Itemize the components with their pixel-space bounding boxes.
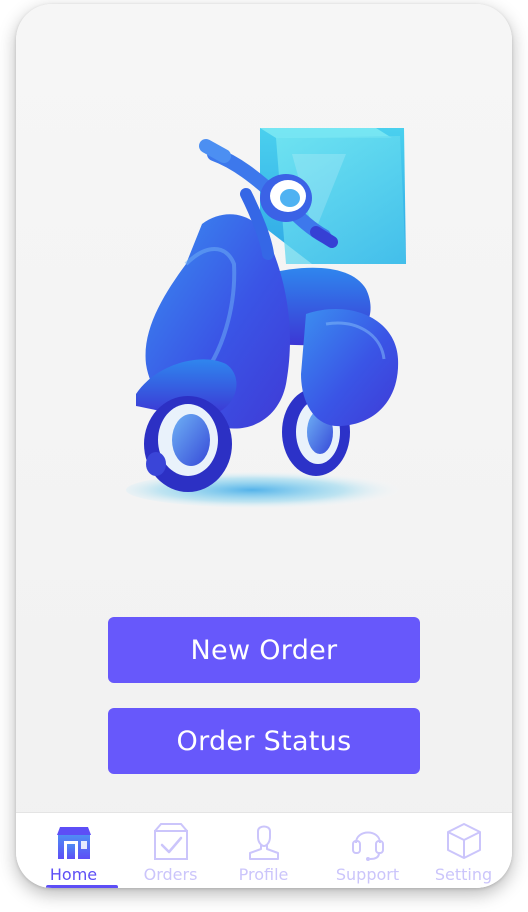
bottom-tab-bar: Home Orders Profile Support Setting <box>16 812 512 888</box>
tab-orders-label: Orders <box>143 865 198 884</box>
tab-support[interactable]: Support <box>318 813 417 888</box>
cube-icon <box>447 823 481 859</box>
tab-orders[interactable]: Orders <box>121 813 220 888</box>
tab-profile-label: Profile <box>238 865 289 884</box>
tab-setting[interactable]: Setting <box>414 813 512 888</box>
tab-home[interactable]: Home <box>24 813 123 888</box>
delivery-scooter-illustration <box>126 128 406 508</box>
person-icon <box>249 825 279 860</box>
order-status-button-label: Order Status <box>176 725 352 757</box>
order-status-button[interactable]: Order Status <box>108 708 420 774</box>
tab-setting-label: Setting <box>434 865 493 884</box>
tab-home-label: Home <box>49 865 98 884</box>
new-order-button-label: New Order <box>190 634 338 666</box>
new-order-button[interactable]: New Order <box>108 617 420 683</box>
tab-support-label: Support <box>335 865 400 884</box>
tab-profile[interactable]: Profile <box>214 813 313 888</box>
box-check-icon <box>154 823 188 860</box>
headset-icon <box>352 831 384 861</box>
store-icon <box>57 827 91 859</box>
app-screen: New Order Order Status Home Orders Profi… <box>16 4 512 888</box>
active-tab-indicator <box>46 885 118 888</box>
